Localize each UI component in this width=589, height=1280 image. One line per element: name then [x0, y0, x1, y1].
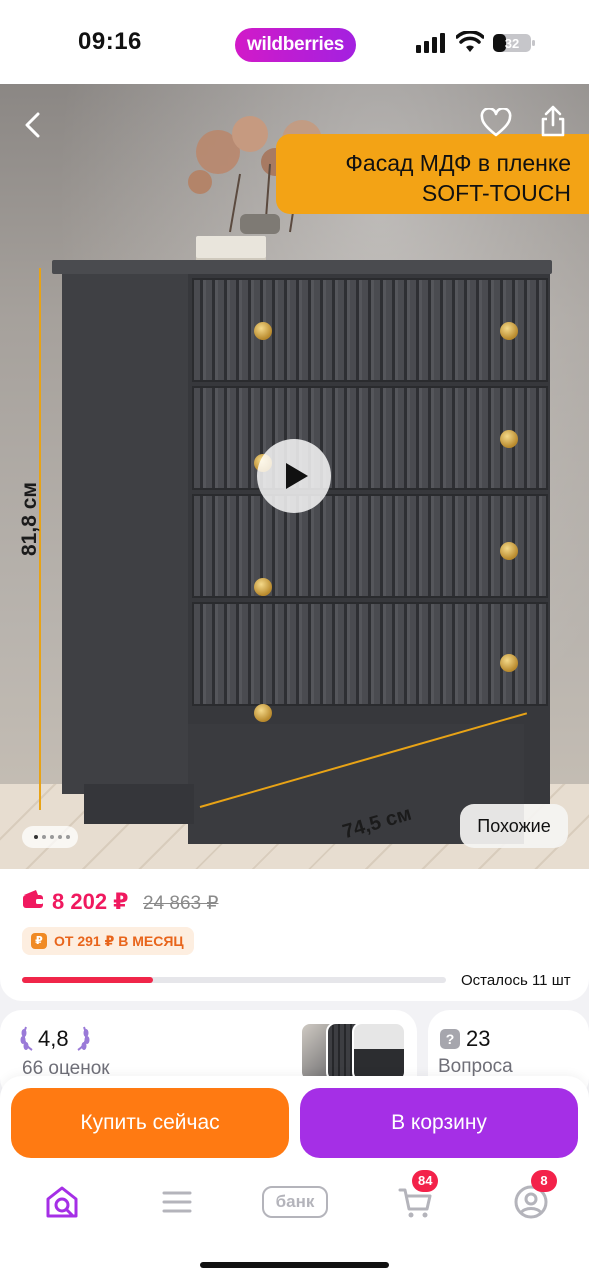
- tab-profile[interactable]: 8: [511, 1170, 557, 1222]
- pager-dot: [66, 835, 70, 839]
- tab-catalog[interactable]: [157, 1182, 197, 1222]
- drawer: [192, 386, 548, 490]
- status-bar: 09:16 wildberries 32: [0, 0, 589, 84]
- promo-banner: Фасад МДФ в пленке SOFT-TOUCH: [276, 134, 589, 214]
- play-video-button[interactable]: [257, 439, 331, 513]
- battery-icon: 32: [493, 34, 535, 52]
- drawer-knob: [500, 322, 518, 340]
- installment-icon: ₽: [31, 933, 47, 949]
- similar-products-button[interactable]: Похожие: [460, 804, 568, 848]
- play-icon: [286, 463, 308, 489]
- home-indicator: [200, 1262, 389, 1268]
- chevron-left-icon[interactable]: [18, 110, 48, 140]
- laurel-left-icon: [20, 1026, 33, 1051]
- review-photo-thumbnail[interactable]: [352, 1022, 406, 1082]
- questions-label: Вопроса: [438, 1056, 513, 1077]
- share-icon[interactable]: [538, 104, 568, 138]
- installment-badge[interactable]: ₽ ОТ 291 ₽ В МЕСЯЦ: [22, 927, 194, 955]
- dresser-side: [62, 274, 192, 794]
- tab-home-search[interactable]: [42, 1182, 82, 1222]
- add-to-cart-button[interactable]: В корзину: [300, 1088, 578, 1158]
- promo-line: Фасад МДФ в пленке: [345, 150, 571, 176]
- product-gallery[interactable]: 81,8 см 74,5 см Фасад МДФ в пленке SOFT-…: [0, 84, 589, 869]
- wifi-icon: [456, 31, 484, 52]
- drawer-knob: [500, 430, 518, 448]
- tab-bank[interactable]: банк: [262, 1186, 328, 1218]
- current-price: 8 202 ₽: [52, 889, 129, 914]
- pager-dot: [34, 835, 38, 839]
- rating-value: 4,8: [38, 1026, 69, 1051]
- drawer-knob: [500, 542, 518, 560]
- product-page: 09:16 wildberries 32 81,8 см 74,5 см Фас…: [0, 0, 589, 1280]
- wallet-icon: [23, 890, 43, 908]
- stock-remaining: Осталось 11 шт: [461, 972, 571, 989]
- pager-dot: [50, 835, 54, 839]
- height-dimension-label: 81,8 см: [18, 482, 41, 556]
- installment-label: ОТ 291 ₽ В МЕСЯЦ: [54, 933, 184, 949]
- stock-progress-bar: [22, 977, 446, 983]
- laurel-right-icon: [77, 1026, 90, 1051]
- drawer: [192, 494, 548, 598]
- drawer: [192, 278, 548, 382]
- heart-icon[interactable]: [480, 108, 512, 138]
- pager-dot: [42, 835, 46, 839]
- buy-now-button[interactable]: Купить сейчас: [11, 1088, 289, 1158]
- stock-progress-fill: [22, 977, 154, 983]
- dresser-top: [52, 260, 552, 274]
- price-card: 8 202 ₽ 24 863 ₽ ₽ ОТ 291 ₽ В МЕСЯЦ Оста…: [0, 869, 589, 1001]
- drawer-knob: [254, 322, 272, 340]
- drawer-knob: [500, 654, 518, 672]
- drawer-knob: [254, 704, 272, 722]
- questions-count: 23: [466, 1026, 491, 1051]
- notifications-badge: 8: [531, 1170, 557, 1192]
- promo-line: SOFT-TOUCH: [421, 180, 571, 206]
- old-price: 24 863 ₽: [143, 893, 219, 914]
- drawer-knob: [254, 578, 272, 596]
- gallery-pager: [22, 826, 78, 848]
- status-time: 09:16: [78, 28, 142, 55]
- drawer: [192, 602, 548, 722]
- bottom-action-bar: Купить сейчас В корзину банк 84 8: [0, 1076, 589, 1280]
- dresser-plinth: [84, 784, 194, 824]
- tab-cart[interactable]: 84: [396, 1170, 439, 1222]
- brand-logo: wildberries: [235, 28, 357, 62]
- battery-level: 32: [505, 36, 519, 51]
- cellular-signal-icon: [416, 33, 445, 53]
- question-bubble-icon: ?: [440, 1029, 460, 1049]
- books-decor: [196, 236, 266, 258]
- cart-count-badge: 84: [412, 1170, 439, 1192]
- pager-dot: [58, 835, 62, 839]
